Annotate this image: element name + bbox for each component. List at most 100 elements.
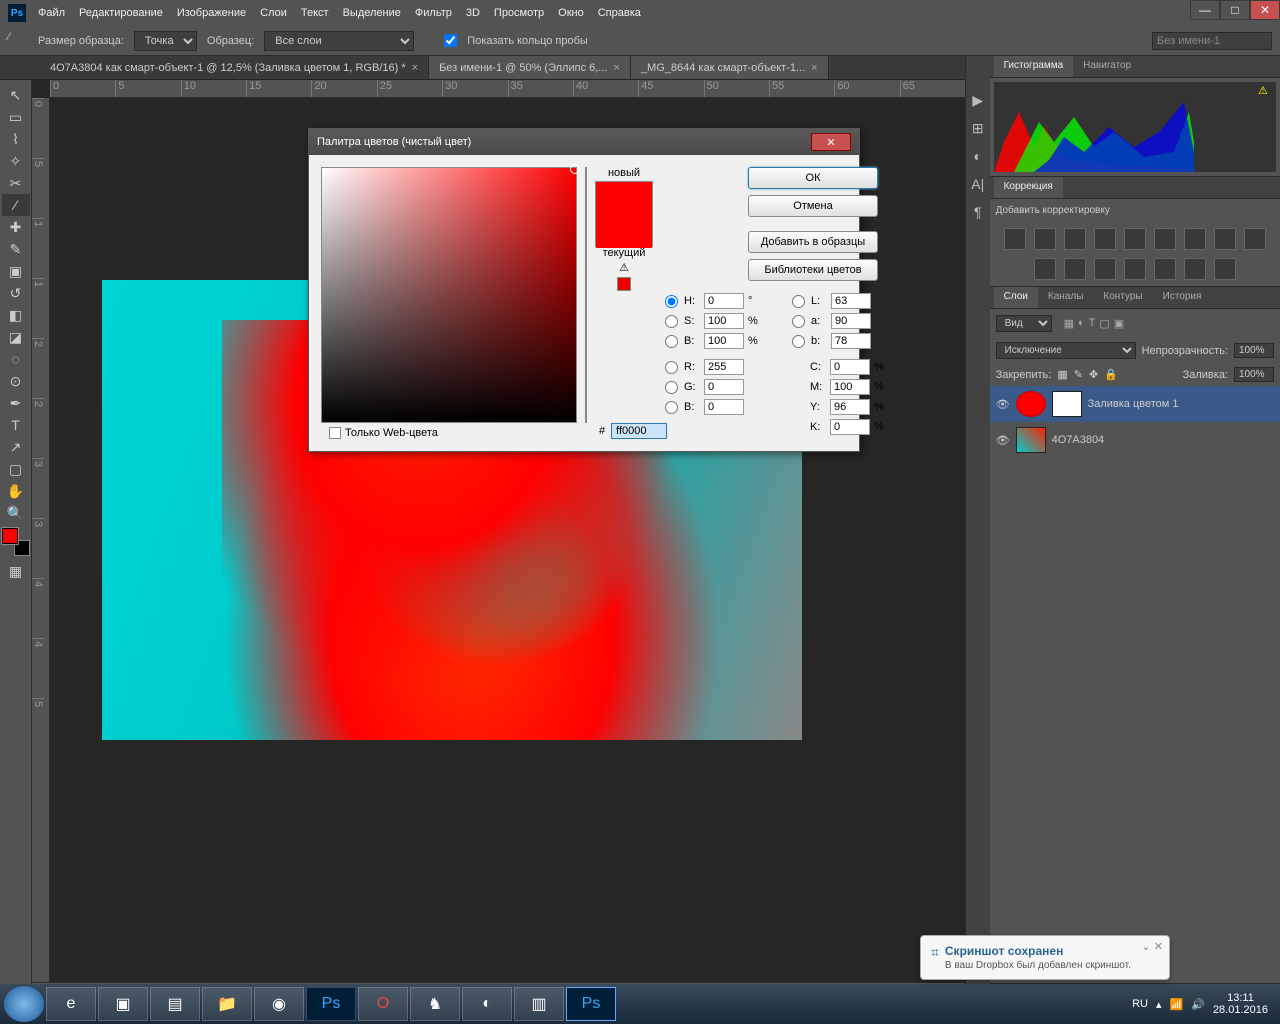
blend-mode-select[interactable]: Исключение: [996, 342, 1136, 359]
adj-icon[interactable]: [1124, 228, 1146, 250]
color-cursor[interactable]: [570, 164, 580, 174]
taskbar-disc-icon[interactable]: ◉: [254, 987, 304, 1021]
panel-icon[interactable]: ¶: [966, 198, 990, 226]
opacity-field[interactable]: [1234, 343, 1274, 358]
layer-filter-select[interactable]: Вид: [996, 315, 1052, 332]
tab-history[interactable]: История: [1153, 287, 1212, 308]
warning-icon[interactable]: ⚠: [1258, 84, 1272, 98]
s-field[interactable]: [704, 313, 744, 329]
layer-name[interactable]: 4O7A3804: [1052, 434, 1105, 446]
dialog-title-bar[interactable]: Палитра цветов (чистый цвет) ✕: [309, 129, 859, 155]
blur-tool[interactable]: ◌: [2, 348, 30, 370]
taskbar-ie-icon[interactable]: e: [46, 987, 96, 1021]
adj-icon[interactable]: [1154, 228, 1176, 250]
adj-icon[interactable]: [1244, 228, 1266, 250]
filter-adjust-icon[interactable]: ◐: [1078, 317, 1085, 330]
h-field[interactable]: [704, 293, 744, 309]
layer-name[interactable]: Заливка цветом 1: [1088, 398, 1179, 410]
color-swatches[interactable]: [2, 528, 30, 556]
tab-histogram[interactable]: Гистограмма: [994, 56, 1074, 77]
marquee-tool[interactable]: ▭: [2, 106, 30, 128]
show-ring-checkbox[interactable]: [444, 34, 457, 47]
doc-name-field[interactable]: [1152, 32, 1272, 50]
lab-b-field[interactable]: [831, 333, 871, 349]
adj-icon[interactable]: [1094, 228, 1116, 250]
adj-icon[interactable]: [1184, 228, 1206, 250]
cancel-button[interactable]: Отмена: [748, 195, 878, 217]
menu-filter[interactable]: Фильтр: [415, 7, 452, 19]
radio-a[interactable]: [792, 315, 805, 328]
menu-3d[interactable]: 3D: [466, 7, 480, 19]
adj-icon[interactable]: [1124, 258, 1146, 280]
hex-field[interactable]: [611, 423, 667, 439]
taskbar-app-icon[interactable]: ▤: [150, 987, 200, 1021]
close-button[interactable]: ✕: [1250, 0, 1280, 20]
maximize-button[interactable]: □: [1220, 0, 1250, 20]
notif-close-icon[interactable]: ⌄ ✕: [1142, 940, 1164, 953]
adj-icon[interactable]: [1184, 258, 1206, 280]
taskbar-ps-icon[interactable]: Ps: [306, 987, 356, 1021]
notification-toast[interactable]: ⌄ ✕ ⌗ Скриншот сохранен В ваш Dropbox бы…: [920, 935, 1170, 980]
eyedropper-icon[interactable]: ⁄: [8, 31, 28, 51]
tray-network-icon[interactable]: 📶: [1170, 998, 1184, 1011]
radio-b2[interactable]: [665, 401, 678, 414]
tab-navigator[interactable]: Навигатор: [1073, 56, 1141, 77]
hue-slider[interactable]: [585, 167, 587, 423]
eyedropper-tool[interactable]: ⁄: [2, 194, 30, 216]
radio-lab-b[interactable]: [792, 335, 805, 348]
move-tool[interactable]: ↖: [2, 84, 30, 106]
gradient-tool[interactable]: ◪: [2, 326, 30, 348]
adj-icon[interactable]: [1214, 228, 1236, 250]
menu-layers[interactable]: Слои: [260, 7, 287, 19]
layer-row[interactable]: 👁 4O7A3804: [990, 422, 1280, 458]
path-tool[interactable]: ↗: [2, 436, 30, 458]
tab-channels[interactable]: Каналы: [1038, 287, 1094, 308]
adj-icon[interactable]: [1034, 258, 1056, 280]
adj-icon[interactable]: [1064, 258, 1086, 280]
sample-size-select[interactable]: Точка: [134, 31, 197, 51]
filter-shape-icon[interactable]: ▢: [1099, 317, 1109, 330]
stamp-tool[interactable]: ▣: [2, 260, 30, 282]
visibility-icon[interactable]: 👁: [996, 434, 1010, 447]
panel-icon[interactable]: A|: [966, 170, 990, 198]
tab-paths[interactable]: Контуры: [1093, 287, 1152, 308]
history-brush-tool[interactable]: ↺: [2, 282, 30, 304]
b-field[interactable]: [704, 399, 744, 415]
menu-image[interactable]: Изображение: [177, 7, 246, 19]
panel-icon[interactable]: ◐: [966, 142, 990, 170]
k-field[interactable]: [830, 419, 870, 435]
main-menu[interactable]: Файл Редактирование Изображение Слои Тек…: [38, 7, 641, 19]
close-icon[interactable]: ×: [412, 62, 418, 74]
minimize-button[interactable]: —: [1190, 0, 1220, 20]
foreground-swatch[interactable]: [2, 528, 18, 544]
radio-b[interactable]: [665, 335, 678, 348]
add-swatch-button[interactable]: Добавить в образцы: [748, 231, 878, 253]
lock-all-icon[interactable]: 🔒: [1104, 368, 1118, 381]
gamut-warning-icon[interactable]: ⚠: [617, 261, 631, 275]
m-field[interactable]: [830, 379, 870, 395]
g-field[interactable]: [704, 379, 744, 395]
quickmask-tool[interactable]: ▦: [2, 560, 30, 582]
brush-tool[interactable]: ✎: [2, 238, 30, 260]
dialog-close-button[interactable]: ✕: [811, 133, 851, 151]
taskbar-opera-icon[interactable]: O: [358, 987, 408, 1021]
zoom-tool[interactable]: 🔍: [2, 502, 30, 524]
eraser-tool[interactable]: ◧: [2, 304, 30, 326]
text-tool[interactable]: T: [2, 414, 30, 436]
tray-lang[interactable]: RU: [1132, 998, 1148, 1010]
saturation-field[interactable]: [321, 167, 577, 423]
menu-file[interactable]: Файл: [38, 7, 65, 19]
menu-view[interactable]: Просмотр: [494, 7, 544, 19]
y-field[interactable]: [830, 399, 870, 415]
gamut-swatch[interactable]: [617, 277, 631, 291]
l-field[interactable]: [831, 293, 871, 309]
adj-icon[interactable]: [1094, 258, 1116, 280]
adj-icon[interactable]: [1034, 228, 1056, 250]
layer-thumbnail[interactable]: [1016, 427, 1046, 453]
lock-paint-icon[interactable]: ✎: [1074, 368, 1083, 381]
filter-image-icon[interactable]: ▦: [1064, 317, 1074, 330]
tray-sound-icon[interactable]: 🔊: [1191, 998, 1205, 1011]
radio-l[interactable]: [792, 295, 805, 308]
pen-tool[interactable]: ✒: [2, 392, 30, 414]
mask-thumbnail[interactable]: [1052, 391, 1082, 417]
